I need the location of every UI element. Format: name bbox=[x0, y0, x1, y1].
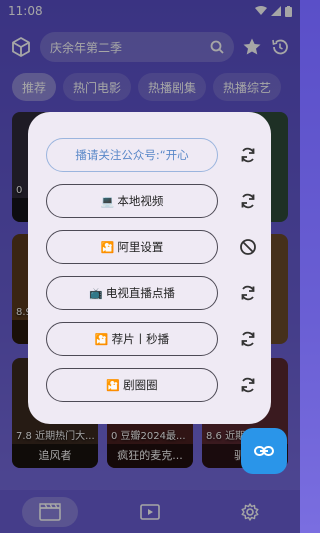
source-label: 播请关注公众号:“开心 bbox=[75, 148, 189, 162]
source-item[interactable]: 🎦 剧圈圈 bbox=[46, 368, 218, 402]
link-button[interactable] bbox=[241, 428, 287, 474]
computer-icon: 💻 bbox=[100, 194, 115, 208]
source-label: 本地视频 bbox=[117, 194, 164, 208]
link-icon bbox=[254, 446, 274, 456]
tv-icon: 📺 bbox=[89, 286, 103, 300]
source-item[interactable]: 播请关注公众号:“开心 bbox=[46, 138, 218, 172]
refresh-icon[interactable] bbox=[228, 330, 268, 348]
source-item[interactable]: 📺 电视直播点播 bbox=[46, 276, 218, 310]
cinema-icon: 🎦 bbox=[106, 378, 121, 392]
refresh-icon[interactable] bbox=[228, 284, 268, 302]
source-item[interactable]: 🎦 荐片丨秒播 bbox=[46, 322, 218, 356]
source-row: 📺 电视直播点播 bbox=[28, 270, 271, 316]
block-icon[interactable] bbox=[228, 238, 268, 256]
source-row: 💻 本地视频 bbox=[28, 178, 271, 224]
source-dialog: 播请关注公众号:“开心 💻 本地视频 🎦 阿里设置 📺 电视直播点播 🎦 荐片丨… bbox=[28, 112, 271, 424]
source-label: 电视直播点播 bbox=[105, 286, 175, 300]
refresh-icon[interactable] bbox=[228, 376, 268, 394]
cinema-icon: 🎦 bbox=[100, 240, 115, 254]
source-row: 🎦 荐片丨秒播 bbox=[28, 316, 271, 362]
cinema-icon: 🎦 bbox=[94, 332, 109, 346]
source-label: 阿里设置 bbox=[117, 240, 164, 254]
refresh-icon[interactable] bbox=[228, 146, 268, 164]
refresh-icon[interactable] bbox=[228, 192, 268, 210]
source-row: 播请关注公众号:“开心 bbox=[28, 132, 271, 178]
source-label: 剧圈圈 bbox=[123, 378, 158, 392]
source-row: 🎦 阿里设置 bbox=[28, 224, 271, 270]
source-row: 🎦 剧圈圈 bbox=[28, 362, 271, 408]
source-item[interactable]: 💻 本地视频 bbox=[46, 184, 218, 218]
source-item[interactable]: 🎦 阿里设置 bbox=[46, 230, 218, 264]
source-label: 荐片丨秒播 bbox=[111, 332, 170, 346]
